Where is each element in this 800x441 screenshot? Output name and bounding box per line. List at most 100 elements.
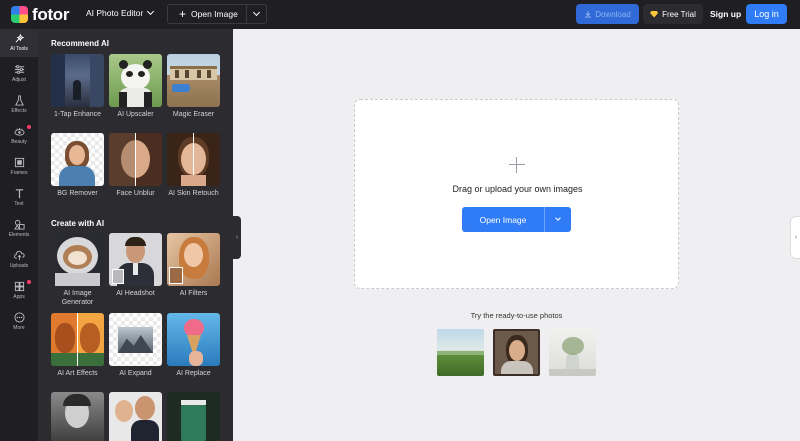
astronaut-dog-thumbnail [51,233,104,286]
upload-message: Drag or upload your own images [452,184,583,194]
tool-card-1-tap-enhance[interactable]: 1-Tap Enhance [51,54,104,119]
rail-label: Uploads [9,263,29,269]
rail-item-frames[interactable]: Frames [0,153,38,181]
tool-card-ai-expand[interactable]: AI Expand [109,313,162,378]
sliders-icon [14,64,25,74]
rail-label: Frames [10,170,28,176]
tool-card-ai-art-effects[interactable]: AI Art Effects [51,313,104,378]
sample-photo-vase[interactable] [549,329,596,376]
apps-icon [14,281,25,291]
rail-label: Effects [11,108,27,114]
flask-icon [14,94,25,106]
frame-icon [14,157,25,167]
rail-label: Text [14,201,24,207]
open-image-button[interactable]: + Open Image [168,5,247,23]
tool-card-ai-skin-retouch[interactable]: AI Skin Retouch [167,133,220,198]
chevron-down-icon [147,7,155,16]
create-section-title: Create with AI [51,219,105,228]
tool-card-ai-upscaler[interactable]: AI Upscaler [109,54,162,119]
portrait-face [509,340,525,361]
download-icon [585,11,592,18]
fotor-logo[interactable]: fotor [11,5,70,24]
free-trial-button[interactable]: Free Trial [643,4,703,24]
more-icon [13,311,25,323]
ai-tools-panel: Recommend AI 1-Tap Enhance AI Upscaler M… [38,29,233,441]
rail-item-uploads[interactable]: Uploads [0,246,38,274]
tool-card-ai-replace[interactable]: AI Replace [167,313,220,378]
tool-card-row4-3[interactable] [167,392,220,441]
art-dog-thumbnail [51,313,104,366]
vase-table [549,369,596,376]
skin-retouch-thumbnail [167,133,220,186]
tool-label: 1-Tap Enhance [53,111,102,118]
tool-label: AI Skin Retouch [168,190,219,197]
rail-label: Adjust [12,77,26,83]
logo-text: fotor [32,5,70,24]
top-bar: fotor AI Photo Editor + Open Image Downl… [0,0,800,29]
tool-label: AI Expand [119,370,152,377]
tool-card-ai-headshot[interactable]: AI Headshot [109,233,162,298]
face-unblur-thumbnail [109,133,162,186]
recommend-section-title: Recommend AI [51,39,109,48]
sample-photos-label: Try the ready-to-use photos [470,311,563,320]
tool-card-ai-image-generator[interactable]: AI Image Generator [51,233,104,307]
rail-label: More [13,325,25,331]
rail-item-text[interactable]: Text [0,184,38,212]
upload-dropzone[interactable]: Drag or upload your own images Open Imag… [354,99,679,289]
editor-mode-dropdown[interactable]: AI Photo Editor [86,7,155,18]
ice-cream-thumbnail [167,313,220,366]
rail-item-effects[interactable]: Effects [0,91,38,119]
tool-label: BG Remover [57,190,98,197]
collapse-panel-button[interactable]: ‹ [233,216,241,259]
rail-item-adjust[interactable]: Adjust [0,60,38,88]
sample-photo-portrait[interactable] [493,329,540,376]
tool-card-face-unblur[interactable]: Face Unblur [109,133,162,198]
chevron-left-icon: ‹ [235,234,239,241]
bw-portrait-thumbnail [51,392,104,441]
right-panel-toggle[interactable]: ‹ [790,216,800,259]
rail-item-more[interactable]: More [0,308,38,336]
rail-item-apps[interactable]: Apps [0,277,38,305]
sign-up-link[interactable]: Sign up [710,9,741,19]
vase-leaves [562,337,584,355]
open-image-main-split-button: Open Image [462,207,571,232]
tool-label: AI Replace [176,370,211,377]
cloud-upload-icon [13,250,25,260]
coffee-cup-thumbnail [167,392,220,441]
tool-label: AI Filters [179,290,208,297]
notification-dot [27,280,31,284]
tool-card-ai-filters[interactable]: AI Filters [167,233,220,298]
rail-label: Elements [8,232,30,238]
portrait-shoulders [501,361,533,374]
tool-card-magic-eraser[interactable]: Magic Eraser [167,54,220,119]
rail-item-ai-tools[interactable]: AI Tools [0,29,38,57]
open-image-dropdown-button[interactable] [247,8,266,17]
chevron-down-icon [555,215,561,221]
tool-label: AI Art Effects [57,370,98,377]
chevron-left-icon: ‹ [794,234,798,241]
tool-rail: AI Tools Adjust Effects Beauty Frames Te… [0,29,38,441]
download-button[interactable]: Download [576,4,639,24]
woman-bg-thumbnail [51,133,104,186]
tool-label: AI Upscaler [117,111,154,118]
tool-card-row4-1[interactable] [51,392,104,441]
rail-item-beauty[interactable]: Beauty [0,122,38,150]
open-image-main-button[interactable]: Open Image [462,207,545,232]
editor-mode-label: AI Photo Editor [86,8,144,18]
rail-item-elements[interactable]: Elements [0,215,38,243]
ai-tools-icon [14,33,25,43]
landscape-horizon [437,351,484,355]
tool-label: AI Headshot [116,290,155,297]
couple-thumbnail [109,392,162,441]
eye-icon [13,126,25,136]
open-image-label: Open Image [191,9,238,19]
logo-mark-icon [11,6,28,23]
sample-photo-landscape[interactable] [437,329,484,376]
log-in-button[interactable]: Log in [746,4,787,24]
tool-card-bg-remover[interactable]: BG Remover [51,133,104,198]
download-label: Download [595,9,631,19]
diamond-icon [650,10,659,18]
open-image-options-button[interactable] [545,207,571,232]
chevron-down-icon [252,8,261,17]
tool-card-row4-2[interactable] [109,392,162,441]
